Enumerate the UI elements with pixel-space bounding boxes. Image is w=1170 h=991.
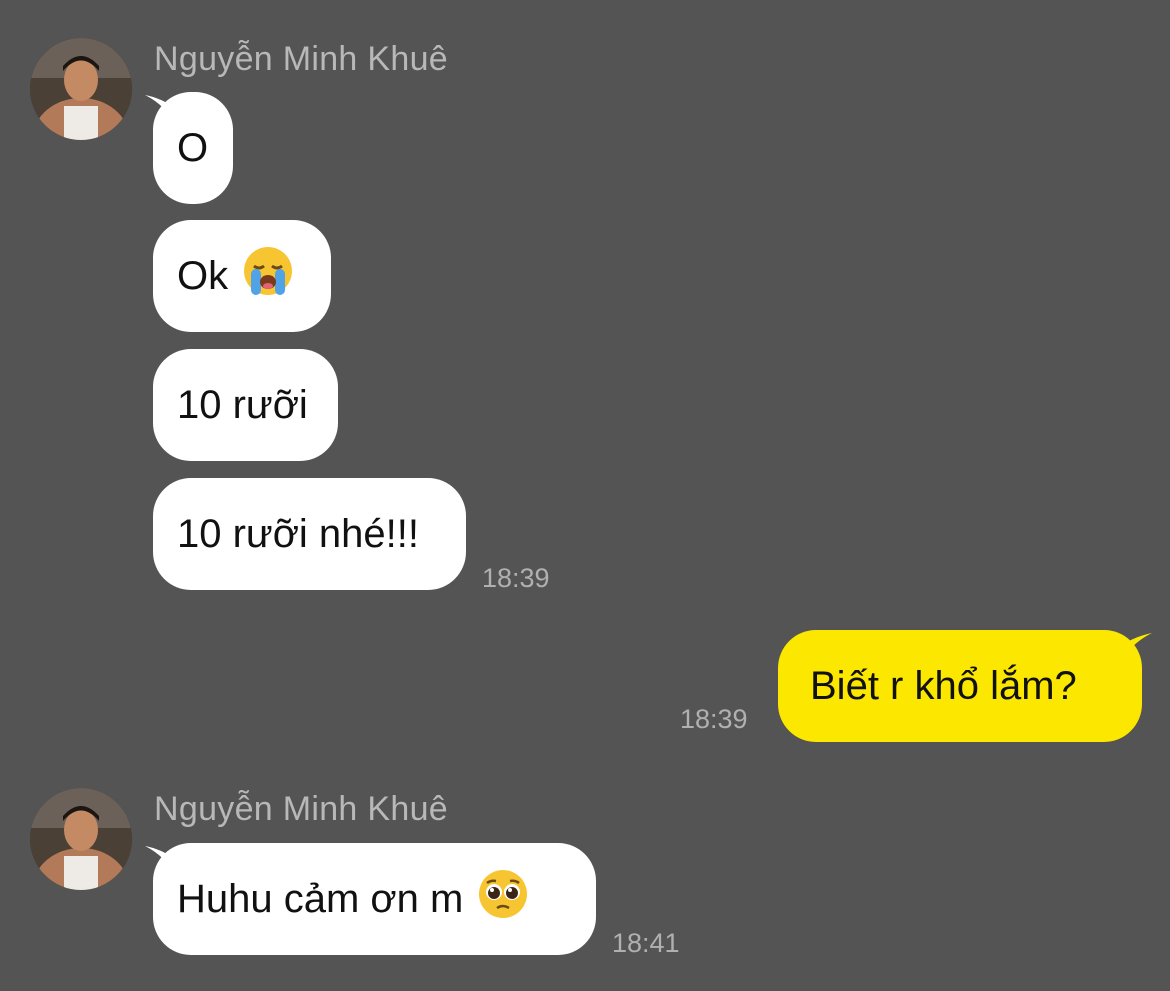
message-time: 18:39	[680, 704, 748, 734]
message-bubble[interactable]: Ok	[153, 220, 331, 332]
message-text: 10 rưỡi	[177, 382, 308, 427]
loudly-crying-face-icon	[242, 245, 294, 307]
message-bubble[interactable]: O	[153, 92, 233, 204]
sender-name: Nguyễn Minh Khuê	[154, 790, 448, 828]
message-bubble[interactable]: 10 rưỡi nhé!!!	[153, 478, 466, 590]
message-time: 18:41	[612, 928, 680, 958]
sender-name: Nguyễn Minh Khuê	[154, 40, 448, 78]
message-text: Huhu cảm ơn m	[177, 876, 464, 921]
message-bubble[interactable]: 10 rưỡi	[153, 349, 338, 461]
message-text: O	[177, 125, 209, 170]
sender-avatar[interactable]	[30, 38, 132, 140]
message-bubble[interactable]: Huhu cảm ơn m	[153, 843, 596, 955]
pleading-face-icon	[477, 868, 529, 930]
message-text: Ok	[177, 253, 229, 298]
sender-avatar[interactable]	[30, 788, 132, 890]
message-text: Biết r khổ lắm?	[810, 663, 1077, 708]
message-bubble-sent[interactable]: Biết r khổ lắm?	[778, 630, 1142, 742]
message-time: 18:39	[482, 563, 550, 593]
message-text: 10 rưỡi nhé!!!	[177, 511, 420, 556]
